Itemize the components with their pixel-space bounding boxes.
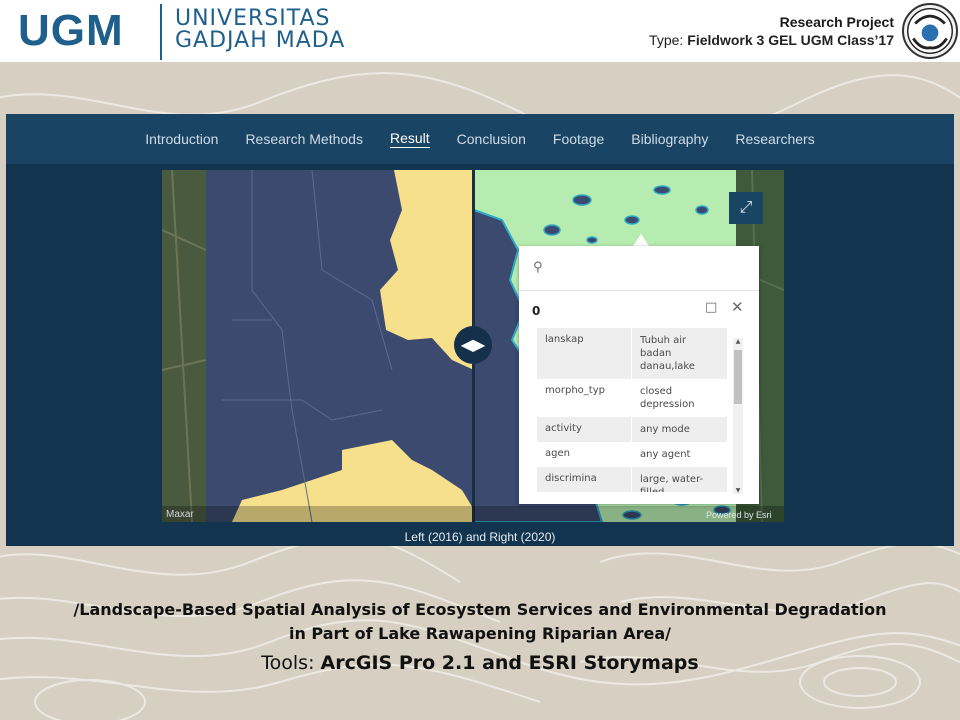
scroll-thumb[interactable] xyxy=(734,350,742,404)
swipe-handle[interactable]: ◀▶ xyxy=(454,326,492,364)
type-label: Type: xyxy=(649,32,684,48)
nav-result[interactable]: Result xyxy=(389,130,430,148)
table-value: closed depression xyxy=(631,379,727,417)
scroll-up-icon[interactable]: ▲ xyxy=(733,338,743,345)
attribute-table: lanskap Tubuh air badan danau,lake morph… xyxy=(537,328,727,492)
feature-popup: ⚲ 0 □ ✕ lanskap Tubuh air badan danau,la… xyxy=(519,246,759,504)
table-row: discrimina large, water-filled xyxy=(537,467,727,492)
nav-introduction[interactable]: Introduction xyxy=(145,131,218,147)
tools-line: Tools: ArcGIS Pro 2.1 and ESRI Storymaps xyxy=(0,652,960,674)
map-caption: Left (2016) and Right (2020) xyxy=(404,530,556,544)
swipe-arrows-icon: ◀▶ xyxy=(460,337,486,354)
story-nav: Introduction Research Methods Result Con… xyxy=(6,114,954,164)
table-value: any agent xyxy=(631,442,727,467)
header-bar: UGM UNIVERSITAS GADJAH MADA Research Pro… xyxy=(0,0,960,62)
tools-label: Tools: xyxy=(261,652,321,674)
logo-divider xyxy=(160,4,162,60)
table-key: discrimina xyxy=(545,473,597,484)
university-line-2: GADJAH MADA xyxy=(175,28,346,53)
popup-pointer xyxy=(633,234,649,246)
nav-researchers[interactable]: Researchers xyxy=(735,131,814,147)
type-value: Fieldwork 3 GEL UGM Class’17 xyxy=(687,32,894,48)
table-value: any mode xyxy=(631,417,727,442)
nav-footage[interactable]: Footage xyxy=(553,131,604,147)
table-row: lanskap Tubuh air badan danau,lake xyxy=(537,328,727,379)
university-line-1: UNIVERSITAS xyxy=(175,6,331,31)
storymap-frame: Introduction Research Methods Result Con… xyxy=(6,114,954,546)
ugm-logo: UGM xyxy=(18,6,124,55)
emblem-icon xyxy=(902,3,958,59)
popup-divider xyxy=(519,290,759,291)
zoom-to-icon[interactable]: ⚲ xyxy=(533,260,553,280)
popup-scrollbar[interactable]: ▲ ▼ xyxy=(733,338,743,494)
tools-value: ArcGIS Pro 2.1 and ESRI Storymaps xyxy=(320,652,699,674)
table-key: activity xyxy=(545,423,582,434)
expand-button[interactable]: ⤢ xyxy=(729,192,763,224)
map-credit-left: Maxar xyxy=(166,509,194,520)
table-key: agen xyxy=(545,448,570,459)
project-title-line-1: /Landscape-Based Spatial Analysis of Eco… xyxy=(73,600,887,619)
table-value: large, water-filled xyxy=(631,467,727,492)
table-key: lanskap xyxy=(545,334,584,345)
nav-conclusion[interactable]: Conclusion xyxy=(457,131,526,147)
project-label: Research Project xyxy=(779,14,894,30)
project-type: Type: Fieldwork 3 GEL UGM Class’17 xyxy=(649,32,894,48)
table-row: activity any mode xyxy=(537,417,727,442)
map-credit-right: Powered by Esri xyxy=(706,510,772,520)
scroll-down-icon[interactable]: ▼ xyxy=(733,487,743,494)
expand-icon: ⤢ xyxy=(739,199,753,216)
close-icon[interactable]: ✕ xyxy=(731,298,744,316)
project-title-line-2: in Part of Lake Rawapening Riparian Area… xyxy=(288,624,672,643)
table-row: agen any agent xyxy=(537,442,727,467)
table-row: morpho_typ closed depression xyxy=(537,379,727,417)
dock-icon[interactable]: □ xyxy=(705,300,717,315)
project-info: Research Project Type: Fieldwork 3 GEL UG… xyxy=(649,14,894,48)
table-key: morpho_typ xyxy=(545,385,605,396)
nav-research-methods[interactable]: Research Methods xyxy=(245,131,363,147)
nav-bibliography[interactable]: Bibliography xyxy=(631,131,708,147)
popup-title: 0 xyxy=(532,304,541,318)
table-value: Tubuh air badan danau,lake xyxy=(631,328,727,379)
university-name: UNIVERSITAS GADJAH MADA xyxy=(175,8,345,52)
